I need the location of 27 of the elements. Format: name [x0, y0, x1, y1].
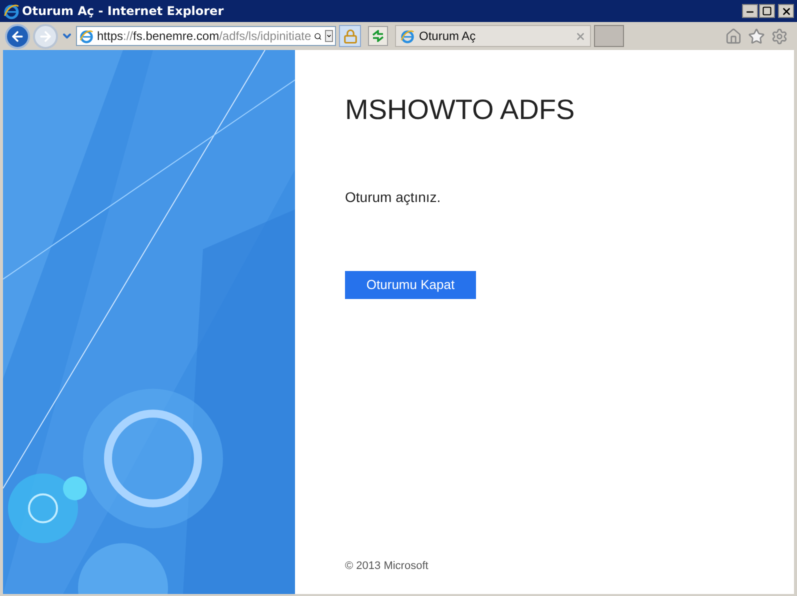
- browser-tab[interactable]: Oturum Aç: [395, 25, 591, 47]
- minimize-button[interactable]: [742, 4, 758, 18]
- back-button[interactable]: [5, 24, 30, 48]
- close-button[interactable]: [778, 4, 794, 18]
- close-icon: [780, 6, 792, 16]
- maximize-button[interactable]: [759, 4, 775, 18]
- dropdown-icon[interactable]: [324, 30, 333, 42]
- address-field[interactable]: https://fs.benemre.com/adfs/ls/idpinitiate: [76, 26, 336, 46]
- window-title: Oturum Aç - Internet Explorer: [22, 3, 224, 20]
- status-message: Oturum açtınız.: [345, 188, 442, 207]
- favorites-star-icon[interactable]: [748, 28, 765, 44]
- browser-logo-icon: [79, 28, 94, 44]
- refresh-button[interactable]: [368, 26, 388, 46]
- copyright-text: © 2013 Microsoft: [345, 558, 430, 574]
- lock-icon: [342, 28, 358, 44]
- sign-out-button[interactable]: Oturumu Kapat: [345, 271, 476, 299]
- security-lock-button[interactable]: [339, 25, 361, 47]
- browser-logo-icon: [3, 2, 20, 20]
- maximize-icon: [762, 6, 772, 16]
- settings-icon[interactable]: [771, 28, 788, 44]
- refresh-icon: [372, 30, 384, 42]
- page-heading: MSHOWTO ADFS: [345, 96, 576, 124]
- close-tab-icon[interactable]: [575, 30, 586, 42]
- forward-arrow-icon: [38, 28, 53, 44]
- browser-logo-icon: [400, 28, 415, 44]
- home-icon[interactable]: [725, 28, 742, 44]
- new-tab-button[interactable]: [594, 25, 624, 47]
